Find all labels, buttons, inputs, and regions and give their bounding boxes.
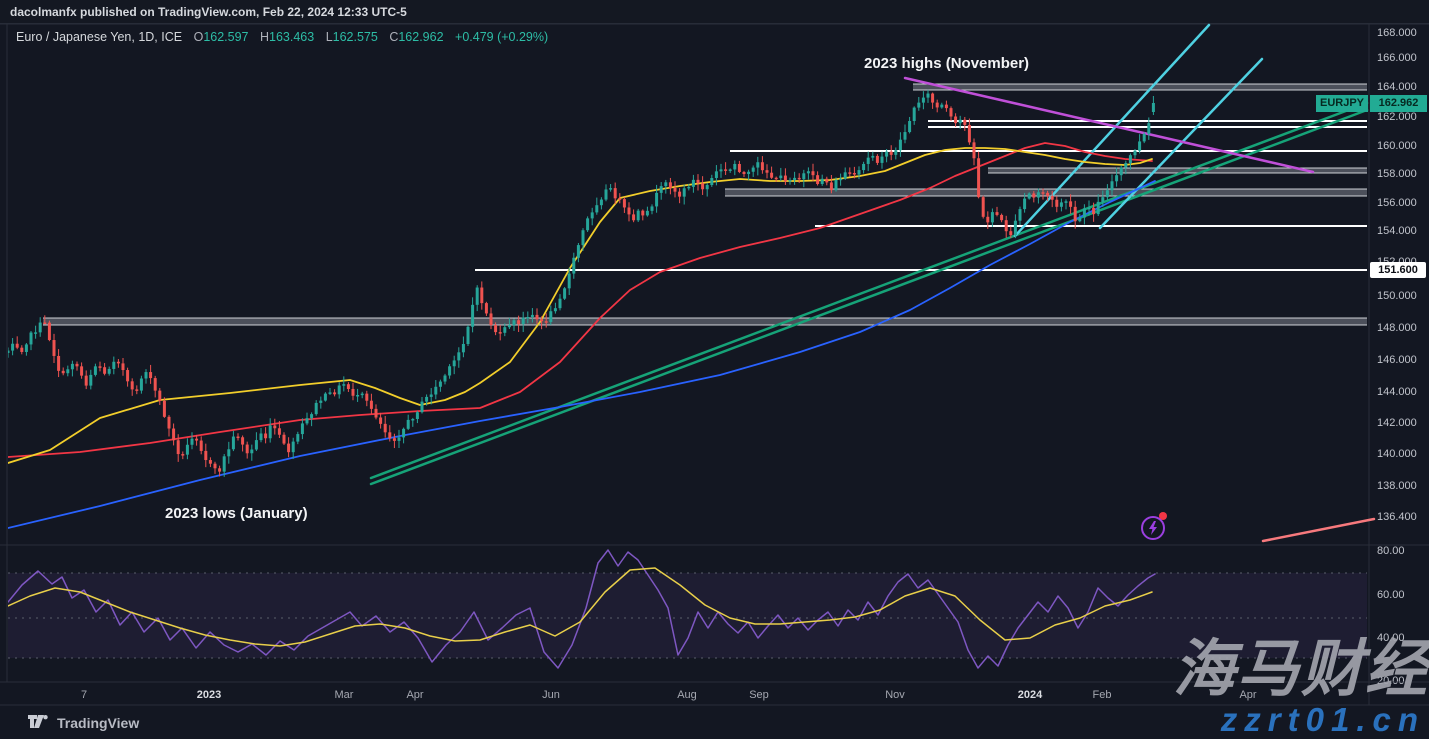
- lightning-bolt-icon: [1143, 518, 1163, 538]
- boost-rocket-icon[interactable]: [1141, 516, 1165, 540]
- watermark-brand-text: 海马财经: [1173, 639, 1429, 701]
- change-value: +0.479 (+0.29%): [455, 30, 548, 44]
- trendline-pink-short[interactable]: [1263, 519, 1374, 541]
- high-value: 163.463: [269, 30, 314, 44]
- symbol-title: Euro / Japanese Yen, 1D, ICE: [16, 30, 182, 44]
- open-value: 162.597: [203, 30, 248, 44]
- watermark-url-text: zzrt01.cn: [1221, 701, 1425, 739]
- level-price-label[interactable]: 151.600: [1370, 262, 1426, 278]
- chart-canvas[interactable]: [0, 0, 1429, 739]
- close-value: 162.962: [398, 30, 443, 44]
- trendlines[interactable]: [371, 25, 1374, 541]
- low-value: 162.575: [333, 30, 378, 44]
- high-label: H: [260, 30, 269, 44]
- open-label: O: [194, 30, 204, 44]
- symbol-tag-label[interactable]: EURJPY: [1316, 95, 1368, 112]
- low-label: L: [326, 30, 333, 44]
- time-axis[interactable]: [0, 682, 1369, 705]
- annotation-2023-highs: 2023 highs (November): [864, 55, 1029, 72]
- trendline-channel-lower[interactable]: [371, 110, 1367, 484]
- last-price-label: 162.962: [1370, 95, 1427, 112]
- close-label: C: [389, 30, 398, 44]
- price-axis[interactable]: [1369, 24, 1429, 705]
- trendline-cyan-steep[interactable]: [1015, 25, 1209, 236]
- trendline-magenta-descending[interactable]: [905, 78, 1313, 172]
- annotation-2023-lows: 2023 lows (January): [165, 505, 308, 522]
- symbol-legend[interactable]: Euro / Japanese Yen, 1D, ICE O162.597 H1…: [16, 30, 548, 44]
- rsi-indicator-pane: [8, 550, 1367, 668]
